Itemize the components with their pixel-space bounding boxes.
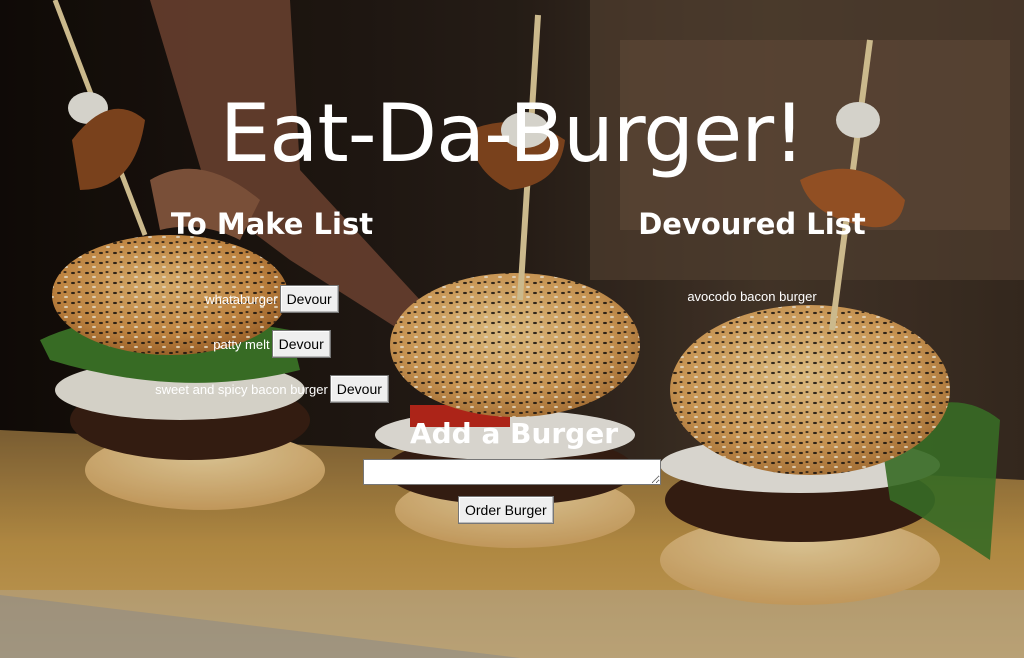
burger-name: patty melt	[213, 336, 270, 352]
add-burger-heading: Add a Burger	[409, 417, 619, 450]
devour-button[interactable]: Devour	[329, 375, 389, 403]
list-item: avocodo bacon burger	[582, 284, 922, 308]
burger-name: whataburger	[205, 291, 278, 307]
page-title: Eat-Da-Burger!	[219, 87, 805, 180]
list-item: sweet and spicy bacon burger Devour	[102, 374, 442, 404]
page: Eat-Da-Burger! To Make List Devoured Lis…	[0, 0, 1024, 658]
list-item: patty melt Devour	[102, 329, 442, 359]
order-burger-button[interactable]: Order Burger	[458, 496, 554, 524]
list-item: whataburger Devour	[102, 284, 442, 314]
devoured-list: avocodo bacon burger	[582, 284, 922, 323]
burger-name-input[interactable]	[363, 459, 661, 485]
to-make-list-heading: To Make List	[170, 207, 374, 241]
devour-button[interactable]: Devour	[271, 330, 331, 358]
devour-button[interactable]: Devour	[279, 285, 339, 313]
devoured-list-heading: Devoured List	[638, 207, 866, 241]
burger-name: avocodo bacon burger	[687, 288, 817, 304]
burger-name: sweet and spicy bacon burger	[155, 381, 328, 397]
to-make-list: whataburger Devour patty melt Devour swe…	[102, 284, 442, 419]
